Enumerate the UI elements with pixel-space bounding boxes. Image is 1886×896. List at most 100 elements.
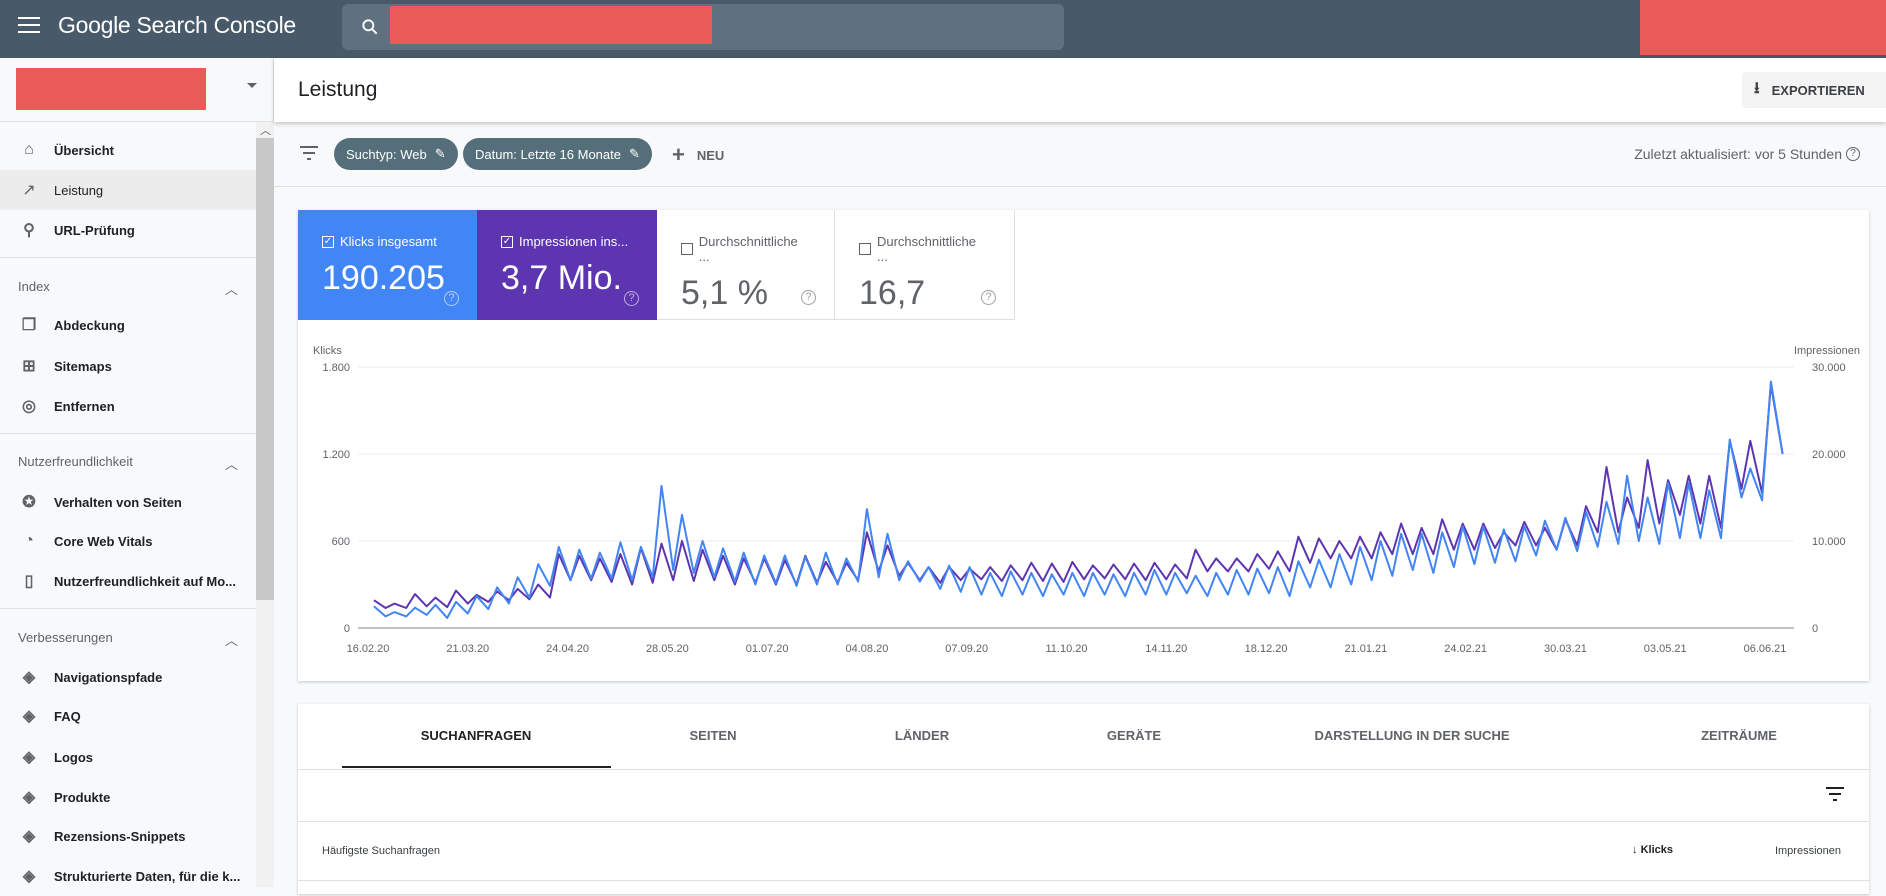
chevron-up-icon[interactable]: ︿ — [225, 630, 238, 649]
help-icon[interactable]: ? — [1846, 147, 1860, 161]
metric-tile[interactable]: Durchschnittliche ... 5,1 %? — [657, 210, 835, 320]
sidebar-item-label: Produkte — [54, 789, 111, 805]
scroll-up-icon[interactable]: ︿ — [260, 122, 271, 138]
sitemap-icon: ⊞ — [22, 358, 36, 375]
x-tick: 11.10.20 — [1045, 643, 1087, 655]
copy-icon: ❐ — [21, 317, 37, 334]
sidebar-item-logos[interactable]: ◈ Logos — [0, 737, 256, 777]
section-title: Verbesserungen — [18, 630, 113, 645]
redacted-search-text — [390, 6, 712, 44]
x-tick: 16.02.20 — [347, 643, 390, 655]
y-tick-right: 0 — [1812, 623, 1818, 635]
edit-icon[interactable]: ✎ — [435, 146, 446, 162]
tab-länder[interactable]: LÄNDER — [895, 728, 949, 743]
help-icon[interactable]: ? — [801, 290, 816, 305]
y-tick-right: 10.000 — [1812, 536, 1846, 548]
sidebar-item-strukturierte-daten[interactable]: ◈ Strukturierte Daten, für die k... — [0, 856, 256, 896]
tab-suchanfragen[interactable]: SUCHANFRAGEN — [421, 728, 532, 743]
y-tick-left: 600 — [332, 536, 350, 548]
sidebar-item-label: Navigationspfade — [54, 669, 163, 685]
metric-tile[interactable]: ✓ Impressionen ins... 3,7 Mio.? — [477, 210, 657, 320]
x-tick: 18.12.20 — [1245, 643, 1288, 655]
home-icon: ⌂ — [24, 141, 34, 158]
last-updated: Zuletzt aktualisiert: vor 5 Stunden? — [1634, 146, 1860, 162]
section-nutzerfreundlichkeit[interactable]: Nutzerfreundlichkeit ︿ — [18, 454, 238, 473]
badge-icon: ✪ — [22, 494, 36, 511]
x-tick: 21.03.20 — [446, 643, 489, 655]
help-icon[interactable]: ? — [444, 291, 459, 306]
sidebar-item-label: Core Web Vitals — [54, 533, 153, 549]
sidebar-item-label: Leistung — [54, 182, 104, 198]
checkbox[interactable]: ✓ — [322, 235, 334, 248]
column-header-impressions[interactable]: Impressionen — [1775, 845, 1841, 857]
scrollbar-thumb[interactable] — [256, 138, 274, 600]
sidebar-item-entfernen[interactable]: ◎ Entfernen — [0, 386, 256, 426]
checkbox[interactable] — [681, 243, 693, 255]
x-tick: 01.07.20 — [746, 643, 789, 655]
x-tick: 24.02.21 — [1444, 643, 1487, 655]
speedometer-icon: ◔ — [24, 532, 34, 549]
sidebar-item-uebersicht[interactable]: ⌂ Übersicht — [0, 130, 256, 170]
tab-darstellung-in-der-suche[interactable]: DARSTELLUNG IN DER SUCHE — [1314, 728, 1509, 743]
sidebar-item-produkte[interactable]: ◈ Produkte — [0, 777, 256, 817]
column-header-clicks[interactable]: ↓ Klicks — [1632, 844, 1673, 856]
plus-icon: + — [672, 142, 685, 167]
tab-geräte[interactable]: GERÄTE — [1107, 728, 1161, 743]
sidebar-item-abdeckung[interactable]: ❐ Abdeckung — [0, 305, 256, 345]
filter-icon[interactable] — [300, 146, 318, 160]
help-icon[interactable]: ? — [624, 291, 639, 306]
layers-icon: ◈ — [22, 868, 36, 885]
sidebar-item-core-web-vitals[interactable]: ◔ Core Web Vitals — [0, 521, 256, 561]
property-selector[interactable] — [16, 68, 206, 110]
x-tick: 04.08.20 — [846, 643, 889, 655]
export-label: EXPORTIEREN — [1771, 82, 1865, 98]
chevron-up-icon[interactable]: ︿ — [225, 454, 238, 473]
layers-icon: ◈ — [22, 749, 36, 766]
sidebar-item-label: FAQ — [54, 708, 81, 724]
search-icon — [362, 19, 378, 35]
metric-name: Klicks insgesamt — [340, 234, 437, 249]
chevron-up-icon[interactable]: ︿ — [225, 279, 238, 298]
tab-zeiträume[interactable]: ZEITRÄUME — [1701, 728, 1777, 743]
chip-suchtyp[interactable]: Suchtyp: Web ✎ — [334, 138, 458, 170]
sidebar-item-label: Nutzerfreundlichkeit auf Mo... — [54, 573, 237, 589]
sidebar-item-label: Rezensions-Snippets — [54, 828, 186, 844]
menu-icon[interactable] — [18, 17, 40, 35]
column-header-query[interactable]: Häufigste Suchanfragen — [322, 845, 440, 857]
sidebar-item-rezensions-snippets[interactable]: ◈ Rezensions-Snippets — [0, 816, 256, 856]
layers-icon: ◈ — [22, 789, 36, 806]
table-filter-icon[interactable] — [1826, 787, 1844, 801]
x-tick: 24.04.20 — [546, 643, 589, 655]
edit-icon[interactable]: ✎ — [629, 146, 640, 162]
sidebar-item-verhalten[interactable]: ✪ Verhalten von Seiten — [0, 482, 256, 522]
sidebar-item-navigationspfade[interactable]: ◈ Navigationspfade — [0, 657, 256, 697]
chip-label: Datum: Letzte 16 Monate — [475, 146, 621, 162]
sidebar-item-leistung[interactable]: ↗ Leistung — [0, 170, 256, 210]
chevron-down-icon[interactable] — [247, 83, 257, 88]
new-filter-button[interactable]: + NEU — [672, 142, 724, 168]
phone-icon: ▯ — [24, 573, 34, 590]
trending-up-icon: ↗ — [22, 182, 36, 199]
sidebar-item-label: Logos — [54, 749, 93, 765]
section-verbesserungen[interactable]: Verbesserungen ︿ — [18, 630, 238, 649]
export-button[interactable]: ⭳ EXPORTIEREN — [1742, 72, 1886, 108]
x-tick: 28.05.20 — [646, 643, 689, 655]
checkbox[interactable] — [859, 243, 871, 255]
metric-name: Impressionen ins... — [519, 234, 629, 249]
checkbox[interactable]: ✓ — [501, 235, 513, 248]
sidebar-item-mobile[interactable]: ▯ Nutzerfreundlichkeit auf Mo... — [0, 561, 256, 601]
metric-tile[interactable]: ✓ Klicks insgesamt 190.205? — [298, 210, 477, 320]
help-icon[interactable]: ? — [981, 290, 996, 305]
sidebar-item-sitemaps[interactable]: ⊞ Sitemaps — [0, 346, 256, 386]
metric-tile[interactable]: Durchschnittliche ... 16,7? — [835, 210, 1015, 320]
tab-seiten[interactable]: SEITEN — [690, 728, 737, 743]
sidebar-item-url-pruefung[interactable]: ⚲ URL-Prüfung — [0, 210, 256, 250]
series-line-klicks — [373, 380, 1784, 619]
metric-value: 3,7 Mio. — [501, 259, 622, 297]
chip-datum[interactable]: Datum: Letzte 16 Monate ✎ — [463, 138, 652, 170]
x-tick: 14.11.20 — [1145, 643, 1187, 655]
layers-icon: ◈ — [22, 708, 36, 725]
section-index[interactable]: Index ︿ — [18, 279, 238, 298]
metric-label: Durchschnittliche ... — [859, 234, 990, 264]
sidebar-item-faq[interactable]: ◈ FAQ — [0, 696, 256, 736]
